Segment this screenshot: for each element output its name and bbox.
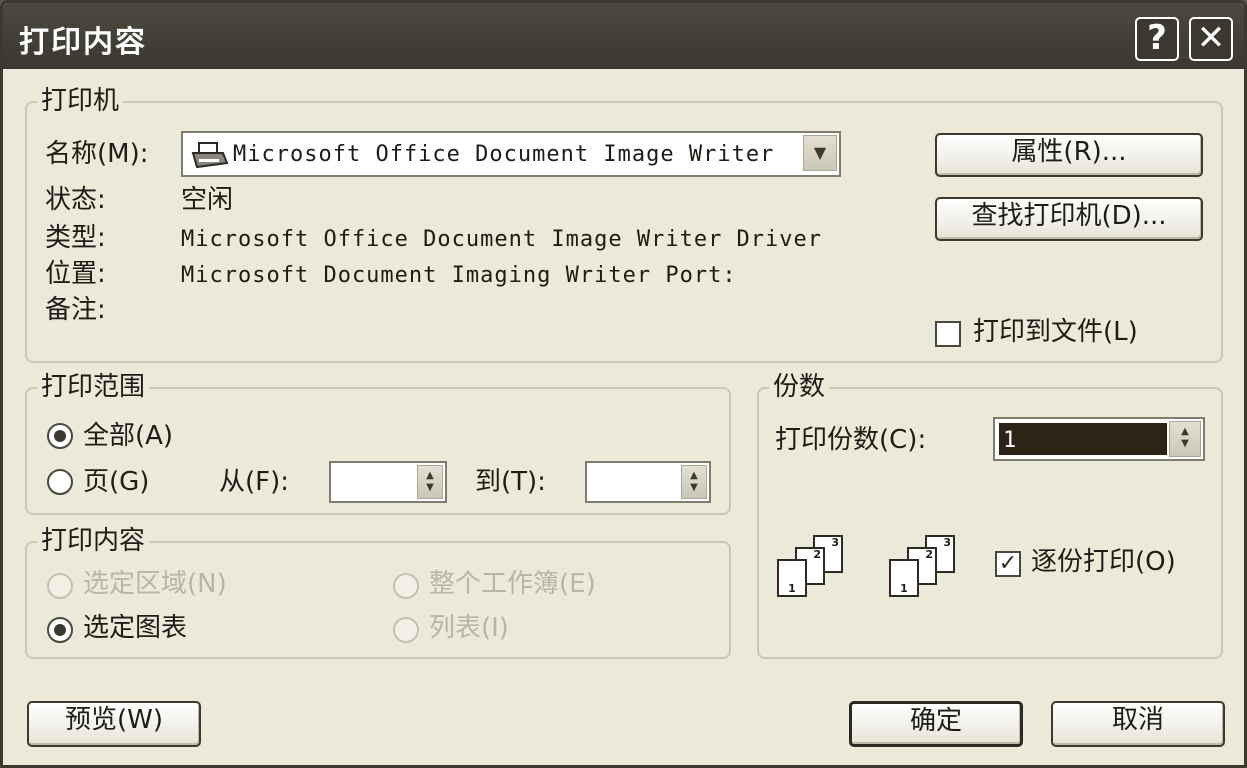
print-to-file-checkbox[interactable]	[935, 321, 961, 347]
printer-name-select[interactable]: Microsoft Office Document Image Writer ▼	[181, 131, 841, 177]
range-from-input[interactable]: ▲ ▼	[329, 461, 447, 503]
properties-button[interactable]: 属性(R)...	[935, 133, 1203, 177]
print-to-file-label[interactable]: 打印到文件(L)	[973, 317, 1138, 347]
collate-checkbox[interactable]: ✓	[995, 551, 1021, 577]
spin-updown-icon[interactable]: ▲ ▼	[1169, 421, 1201, 457]
title-bar[interactable]: 打印内容 ? ✕	[3, 3, 1244, 69]
content-chart-label[interactable]: 选定图表	[83, 613, 187, 643]
content-workbook-label: 整个工作簿(E)	[429, 569, 596, 599]
range-all-label[interactable]: 全部(A)	[83, 421, 173, 451]
comment-label: 备注:	[45, 295, 106, 325]
range-to-label: 到(T):	[475, 467, 546, 497]
copies-count-label: 打印份数(C):	[775, 425, 927, 455]
ok-button[interactable]: 确定	[849, 701, 1023, 747]
print-dialog: 打印内容 ? ✕ 打印机 名称(M): Microsoft Office Doc…	[0, 0, 1247, 768]
find-printer-button[interactable]: 查找打印机(D)...	[935, 197, 1203, 241]
copies-count-selection	[999, 423, 1167, 455]
content-selection-radio	[47, 573, 73, 599]
printer-group-label: 打印机	[37, 86, 124, 116]
status-value: 空闲	[181, 185, 234, 215]
print-content-group-label: 打印内容	[37, 526, 150, 556]
collate-page: 1	[777, 559, 807, 597]
range-all-radio[interactable]	[47, 423, 73, 449]
content-list-radio	[393, 617, 419, 643]
content-selection-label: 选定区域(N)	[83, 569, 227, 599]
range-to-input[interactable]: ▲ ▼	[585, 461, 711, 503]
status-label: 状态:	[45, 185, 106, 215]
print-range-group-label: 打印范围	[37, 372, 150, 402]
dialog-title: 打印内容	[19, 25, 147, 60]
location-value: Microsoft Document Imaging Writer Port:	[181, 263, 737, 288]
content-chart-radio[interactable]	[47, 617, 73, 643]
printer-name-label: 名称(M):	[45, 139, 149, 169]
cancel-button[interactable]: 取消	[1051, 701, 1225, 747]
chevron-down-icon[interactable]: ▼	[803, 135, 837, 171]
copies-group-label: 份数	[769, 372, 830, 402]
spin-updown-icon[interactable]: ▲ ▼	[417, 465, 443, 499]
copies-count-value: 1	[1003, 428, 1018, 453]
content-list-label: 列表(I)	[429, 613, 509, 643]
help-button[interactable]: ?	[1135, 17, 1179, 61]
collate-page: 1	[889, 559, 919, 597]
collate-icon: 3 2 1	[777, 533, 857, 603]
printer-name-value: Microsoft Office Document Image Writer	[233, 142, 775, 167]
location-label: 位置:	[45, 259, 106, 289]
type-label: 类型:	[45, 223, 106, 253]
collate-label[interactable]: 逐份打印(O)	[1031, 547, 1176, 577]
copies-count-input[interactable]: 1 ▲ ▼	[993, 417, 1205, 461]
range-from-label: 从(F):	[219, 467, 290, 497]
printer-icon	[191, 142, 229, 169]
range-pages-label[interactable]: 页(G)	[83, 467, 149, 497]
content-workbook-radio	[393, 573, 419, 599]
collate-icon: 3 2 1	[889, 533, 969, 603]
range-pages-radio[interactable]	[47, 469, 73, 495]
close-button[interactable]: ✕	[1189, 17, 1233, 61]
spin-updown-icon[interactable]: ▲ ▼	[681, 465, 707, 499]
type-value: Microsoft Office Document Image Writer D…	[181, 227, 823, 252]
preview-button[interactable]: 预览(W)	[27, 701, 201, 747]
